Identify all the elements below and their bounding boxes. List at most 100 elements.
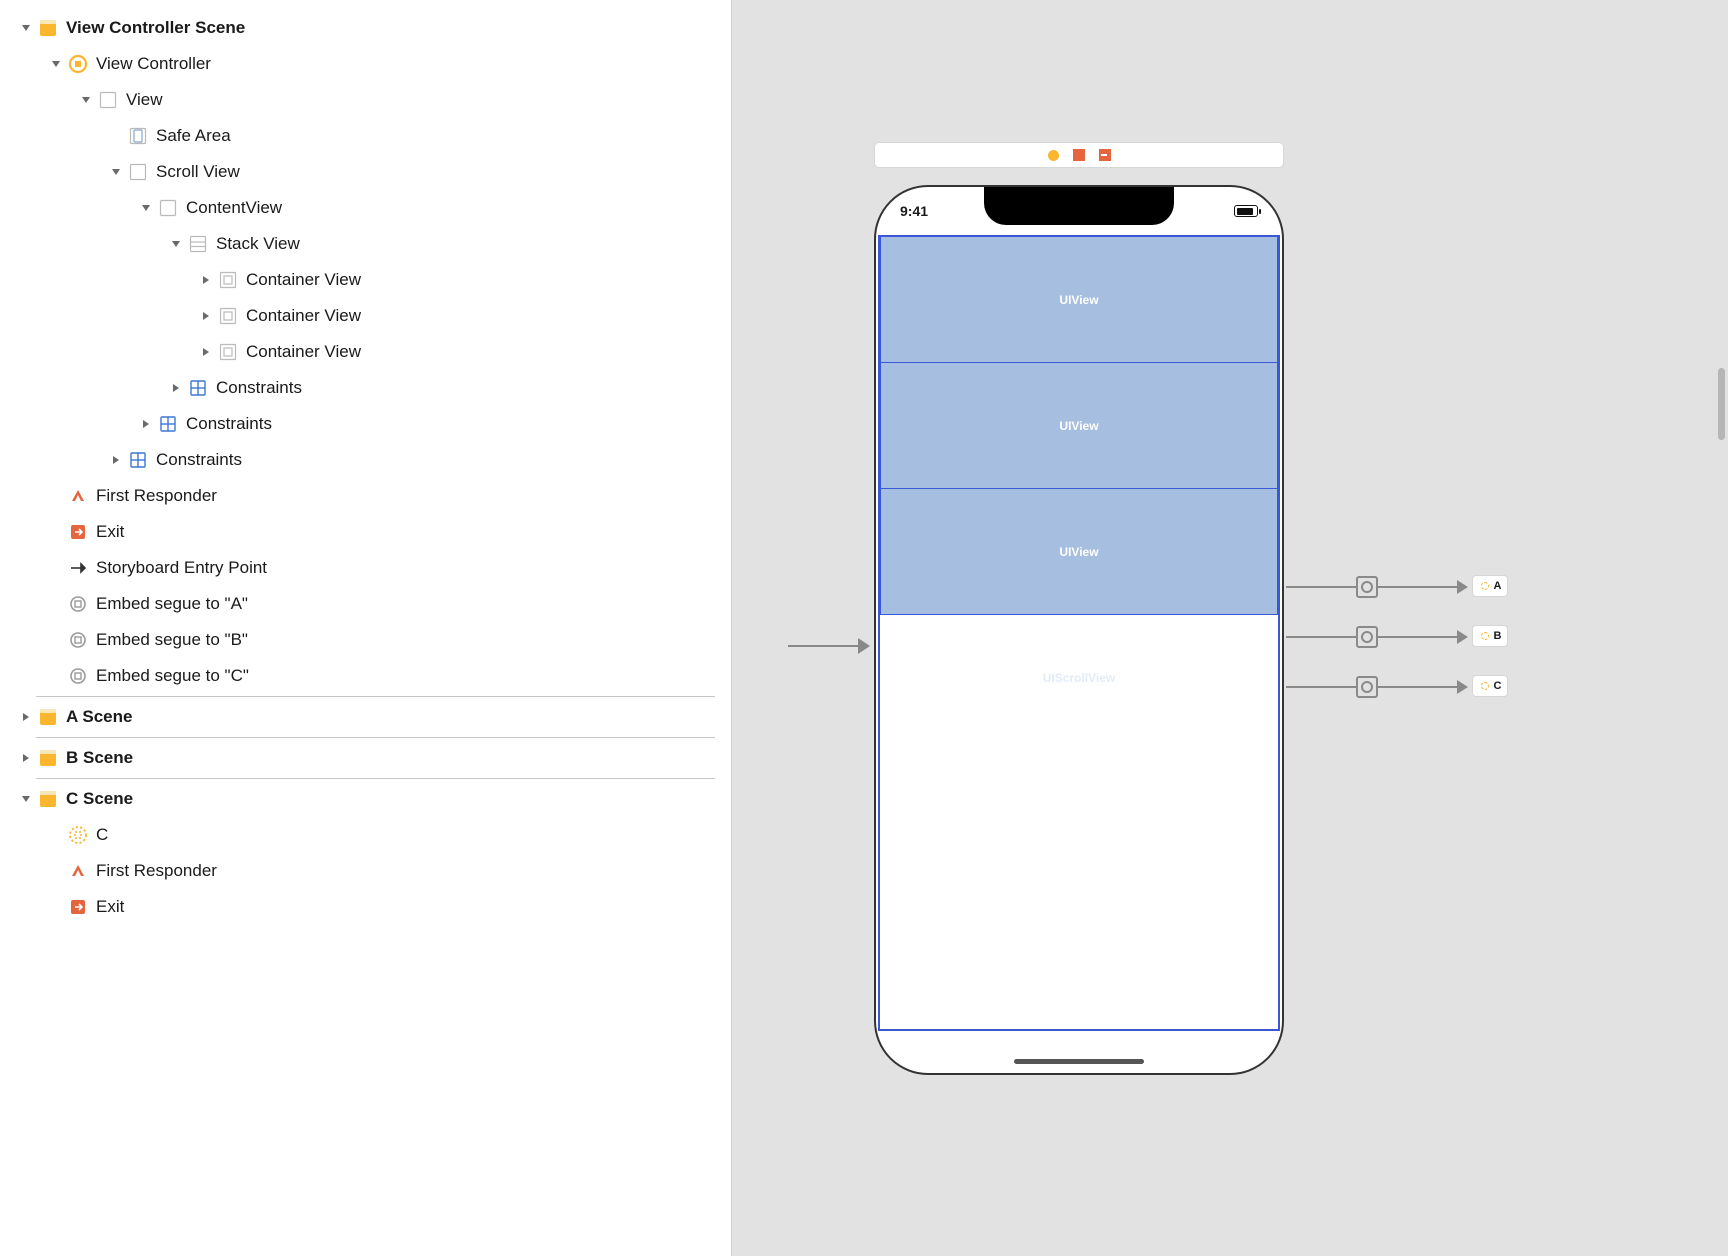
segue-connection-b[interactable] xyxy=(1286,636,1466,638)
outline-c-vc[interactable]: C xyxy=(12,817,731,853)
outline-container-view-2[interactable]: Container View xyxy=(12,298,731,334)
segue-connection-a[interactable] xyxy=(1286,586,1466,588)
outline-container-view-3[interactable]: Container View xyxy=(12,334,731,370)
container-view-preview-3[interactable]: UIView xyxy=(880,489,1278,615)
storyboard-scene-icon xyxy=(38,18,58,38)
outline-label: C xyxy=(96,825,108,845)
outline-label: Constraints xyxy=(156,450,242,470)
storyboard-scene-icon xyxy=(38,789,58,809)
container-view-preview-1[interactable]: UIView xyxy=(880,237,1278,363)
scene-dock[interactable] xyxy=(874,142,1284,168)
uiview-icon xyxy=(128,162,148,182)
outline-scroll-view[interactable]: Scroll View xyxy=(12,154,731,190)
outline-segue-b[interactable]: Embed segue to "B" xyxy=(12,622,731,658)
disclosure-triangle-icon[interactable] xyxy=(78,92,94,108)
outline-first-responder[interactable]: First Responder xyxy=(12,478,731,514)
scene-b[interactable]: B Scene xyxy=(12,740,731,776)
divider xyxy=(36,696,715,697)
segue-knob-icon xyxy=(1356,676,1378,698)
embed-segue-icon xyxy=(68,666,88,686)
segue-connection-c[interactable] xyxy=(1286,686,1466,688)
exit-dock-icon[interactable] xyxy=(1099,149,1111,161)
outline-label: ContentView xyxy=(186,198,282,218)
outline-label: First Responder xyxy=(96,861,217,881)
arrow-head-icon xyxy=(1457,630,1468,644)
outline-constraints-stack[interactable]: Constraints xyxy=(12,370,731,406)
storyboard-scene-icon xyxy=(38,707,58,727)
disclosure-triangle-icon[interactable] xyxy=(138,416,154,432)
disclosure-triangle-icon[interactable] xyxy=(198,344,214,360)
scrollview-outline[interactable]: UIView UIView UIView UIScrollView xyxy=(878,235,1280,1031)
document-outline[interactable]: View Controller Scene View Controller Vi… xyxy=(0,0,732,1256)
disclosure-triangle-icon[interactable] xyxy=(18,20,34,36)
scene-label: A Scene xyxy=(66,707,132,727)
vc-chip-icon xyxy=(1479,580,1491,592)
outline-label: Container View xyxy=(246,270,361,290)
outline-label: Container View xyxy=(246,306,361,326)
outline-container-view-1[interactable]: Container View xyxy=(12,262,731,298)
disclosure-triangle-icon[interactable] xyxy=(138,200,154,216)
outline-label: Embed segue to "C" xyxy=(96,666,249,686)
outline-c-first-responder[interactable]: First Responder xyxy=(12,853,731,889)
scrollbar-thumb[interactable] xyxy=(1718,368,1725,440)
outline-safe-area[interactable]: Safe Area xyxy=(12,118,731,154)
constraints-icon xyxy=(128,450,148,470)
container-view-icon xyxy=(218,306,238,326)
dest-vc-chip-c[interactable]: C xyxy=(1472,675,1508,697)
outline-label: Exit xyxy=(96,897,124,917)
first-responder-icon xyxy=(68,861,88,881)
outline-view-controller[interactable]: View Controller xyxy=(12,46,731,82)
scene-label: View Controller Scene xyxy=(66,18,245,38)
container-view-preview-2[interactable]: UIView xyxy=(880,363,1278,489)
outline-segue-a[interactable]: Embed segue to "A" xyxy=(12,586,731,622)
outline-stack-view[interactable]: Stack View xyxy=(12,226,731,262)
disclosure-triangle-icon[interactable] xyxy=(108,164,124,180)
storyboard-entry-arrow[interactable] xyxy=(788,636,870,656)
dest-vc-chip-a[interactable]: A xyxy=(1472,575,1508,597)
battery-icon xyxy=(1234,205,1258,217)
arrow-head-icon xyxy=(1457,580,1468,594)
disclosure-triangle-icon[interactable] xyxy=(198,272,214,288)
segue-knob-icon xyxy=(1356,576,1378,598)
disclosure-triangle-icon[interactable] xyxy=(168,380,184,396)
safe-area-icon xyxy=(128,126,148,146)
scene-label: B Scene xyxy=(66,748,133,768)
scene-a[interactable]: A Scene xyxy=(12,699,731,735)
embed-segue-icon xyxy=(68,630,88,650)
outline-label: Stack View xyxy=(216,234,300,254)
scene-label: C Scene xyxy=(66,789,133,809)
vc-chip-label: C xyxy=(1494,680,1502,692)
status-bar: 9:41 xyxy=(876,187,1282,235)
device-preview[interactable]: 9:41 UIView UIView UIView UIScrollView xyxy=(874,185,1284,1075)
disclosure-triangle-icon[interactable] xyxy=(18,750,34,766)
outline-label: Storyboard Entry Point xyxy=(96,558,267,578)
outline-label: View xyxy=(126,90,163,110)
outline-exit[interactable]: Exit xyxy=(12,514,731,550)
outline-constraints-view[interactable]: Constraints xyxy=(12,442,731,478)
outline-content-view[interactable]: ContentView xyxy=(12,190,731,226)
outline-label: Safe Area xyxy=(156,126,231,146)
outline-entry-point[interactable]: Storyboard Entry Point xyxy=(12,550,731,586)
disclosure-triangle-icon[interactable] xyxy=(108,452,124,468)
segue-knob-icon xyxy=(1356,626,1378,648)
disclosure-triangle-icon[interactable] xyxy=(18,709,34,725)
first-responder-dock-icon[interactable] xyxy=(1073,149,1085,161)
outline-c-exit[interactable]: Exit xyxy=(12,889,731,925)
outline-view[interactable]: View xyxy=(12,82,731,118)
outline-label: Embed segue to "B" xyxy=(96,630,248,650)
outline-constraints-content[interactable]: Constraints xyxy=(12,406,731,442)
exit-icon xyxy=(68,897,88,917)
outline-label: First Responder xyxy=(96,486,217,506)
disclosure-triangle-icon[interactable] xyxy=(48,56,64,72)
scene-c[interactable]: C Scene xyxy=(12,781,731,817)
disclosure-triangle-icon[interactable] xyxy=(18,791,34,807)
dest-vc-chip-b[interactable]: B xyxy=(1472,625,1508,647)
divider xyxy=(36,778,715,779)
storyboard-scene-icon xyxy=(38,748,58,768)
vc-dock-icon[interactable] xyxy=(1048,150,1059,161)
outline-segue-c[interactable]: Embed segue to "C" xyxy=(12,658,731,694)
interface-builder-canvas[interactable]: 9:41 UIView UIView UIView UIScrollView A… xyxy=(732,0,1728,1256)
disclosure-triangle-icon[interactable] xyxy=(168,236,184,252)
disclosure-triangle-icon[interactable] xyxy=(198,308,214,324)
scene-view-controller[interactable]: View Controller Scene xyxy=(12,10,731,46)
